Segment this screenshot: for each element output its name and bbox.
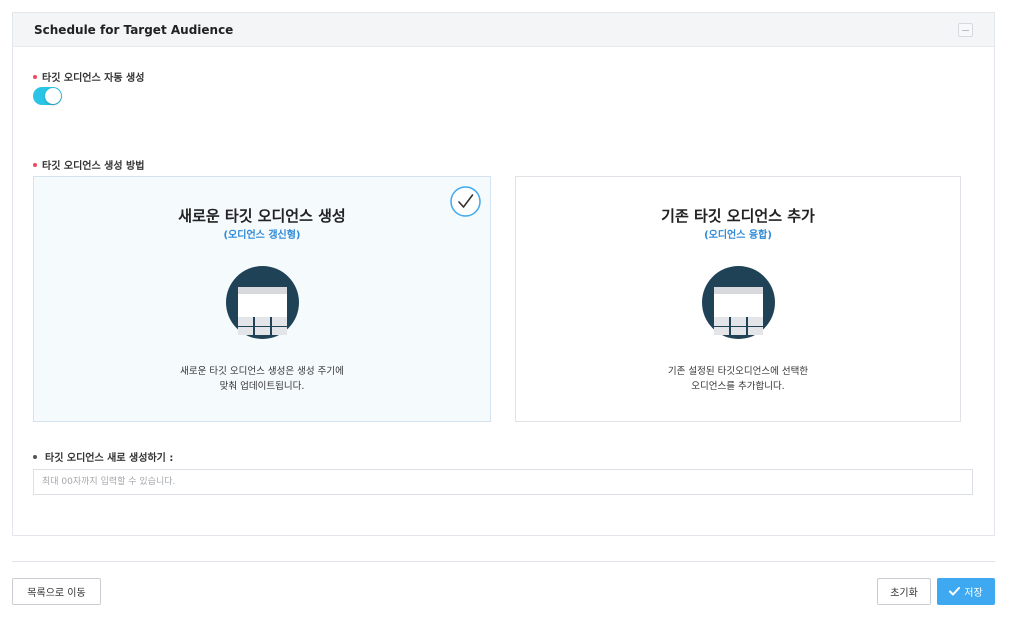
toggle-knob bbox=[45, 88, 61, 104]
new-audience-label: 타깃 오디언스 새로 생성하기 : bbox=[33, 449, 173, 464]
auto-create-toggle[interactable] bbox=[33, 87, 62, 105]
method-label: 타깃 오디언스 생성 방법 bbox=[33, 157, 144, 172]
auto-create-label: 타깃 오디언스 자동 생성 bbox=[33, 69, 144, 84]
new-audience-label-text: 타깃 오디언스 새로 생성하기 : bbox=[45, 453, 174, 464]
save-button[interactable]: 저장 bbox=[937, 578, 995, 605]
check-icon bbox=[949, 587, 961, 596]
reset-button[interactable]: 초기화 bbox=[877, 578, 931, 605]
option-card-existing-audience[interactable]: 기존 타깃 오디언스 추가 (오디언스 융합) 기존 설정된 타깃오디언스에 선… bbox=[515, 176, 961, 422]
option-title: 새로운 타깃 오디언스 생성 bbox=[178, 207, 346, 225]
table-illustration-icon bbox=[702, 266, 775, 339]
collapse-icon[interactable] bbox=[958, 23, 973, 37]
panel-header: Schedule for Target Audience bbox=[13, 13, 994, 47]
bullet-dot-icon bbox=[33, 455, 37, 459]
option-card-new-audience[interactable]: 새로운 타깃 오디언스 생성 (오디언스 갱신형) 새로운 타깃 오디언스 생성… bbox=[33, 176, 491, 422]
option-title: 기존 타깃 오디언스 추가 bbox=[661, 207, 815, 225]
required-dot-icon bbox=[33, 163, 37, 167]
table-illustration-icon bbox=[226, 266, 299, 339]
new-audience-input[interactable] bbox=[33, 469, 973, 495]
footer-divider bbox=[12, 561, 995, 562]
method-label-text: 타깃 오디언스 생성 방법 bbox=[42, 161, 145, 172]
panel-title: Schedule for Target Audience bbox=[34, 22, 234, 37]
back-to-list-button[interactable]: 목록으로 이동 bbox=[12, 578, 101, 605]
option-subtitle: (오디언스 융합) bbox=[704, 230, 772, 241]
required-dot-icon bbox=[33, 75, 37, 79]
auto-create-label-text: 타깃 오디언스 자동 생성 bbox=[42, 73, 145, 84]
option-description: 새로운 타깃 오디언스 생성은 생성 주기에 맞춰 업데이트됩니다. bbox=[180, 366, 344, 392]
option-description: 기존 설정된 타깃오디언스에 선택한 오디언스를 추가합니다. bbox=[667, 366, 809, 392]
save-button-label: 저장 bbox=[964, 588, 983, 599]
option-subtitle: (오디언스 갱신형) bbox=[223, 230, 301, 241]
